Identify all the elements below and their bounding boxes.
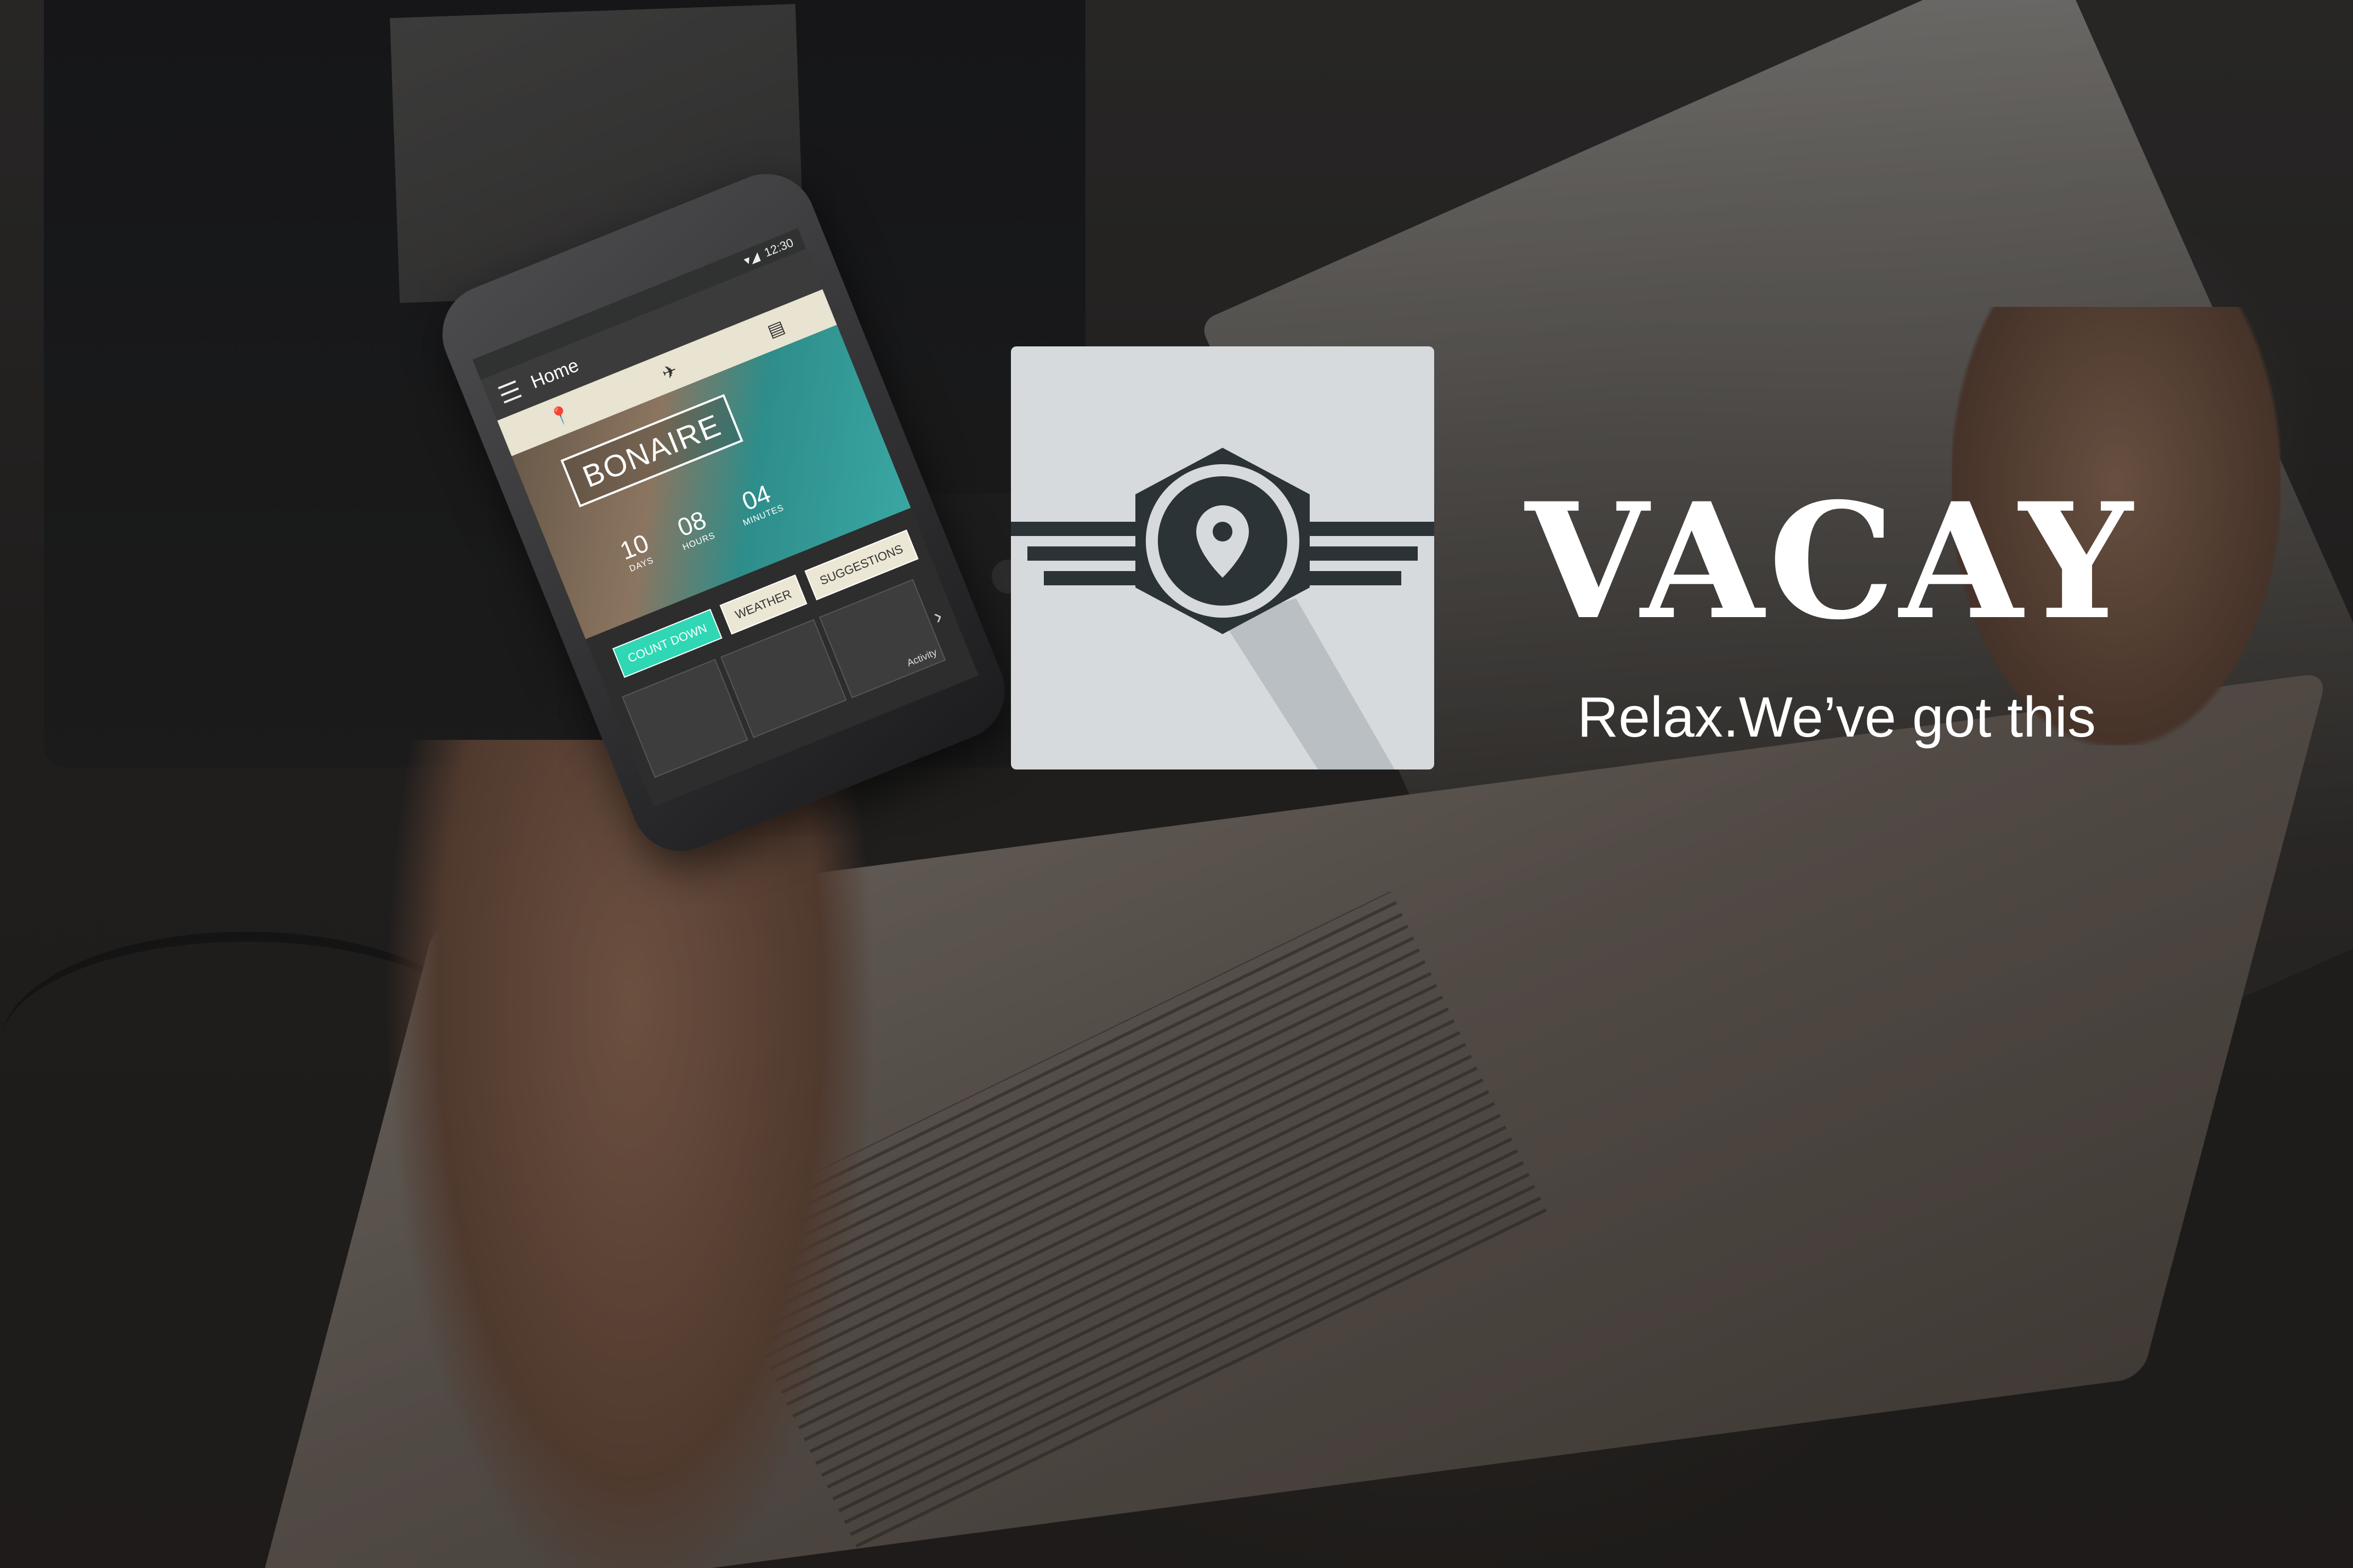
logo-long-shadow — [1223, 598, 1395, 769]
logo-wing-right-3 — [1308, 571, 1401, 585]
dark-overlay — [0, 0, 2353, 1568]
menu-icon[interactable] — [498, 380, 522, 404]
map-pin-wings-icon — [1011, 448, 1434, 769]
countdown: 10 DAYS 08 HOURS 04 MINUTES — [616, 476, 786, 575]
chevron-right-icon[interactable]: › — [930, 603, 946, 629]
notes-icon[interactable]: ▤ — [764, 316, 788, 342]
compass-icon[interactable]: ✈ — [659, 360, 680, 384]
logo-wing-right-2 — [1308, 546, 1418, 561]
vacay-logo — [1011, 346, 1434, 769]
activity-card-label: Activity — [905, 646, 939, 669]
brand-name: VACAY — [1525, 469, 2137, 655]
countdown-hours: 08 HOURS — [670, 504, 717, 553]
countdown-days: 10 DAYS — [616, 528, 656, 575]
brand-tagline: Relax.We’ve got this — [1577, 686, 2096, 749]
countdown-minutes: 04 MINUTES — [731, 476, 786, 528]
logo-pin-hole — [1213, 522, 1232, 541]
logo-wing-left-1 — [1011, 522, 1137, 536]
logo-wing-left-3 — [1044, 571, 1137, 585]
signal-icon: ▾◢ — [742, 249, 761, 268]
logo-wing-left-2 — [1027, 546, 1137, 561]
logo-wing-right-1 — [1308, 522, 1434, 536]
background-photo — [0, 0, 2353, 1568]
app-bar-title: Home — [527, 354, 582, 393]
pin-icon[interactable]: 📍 — [547, 402, 575, 430]
